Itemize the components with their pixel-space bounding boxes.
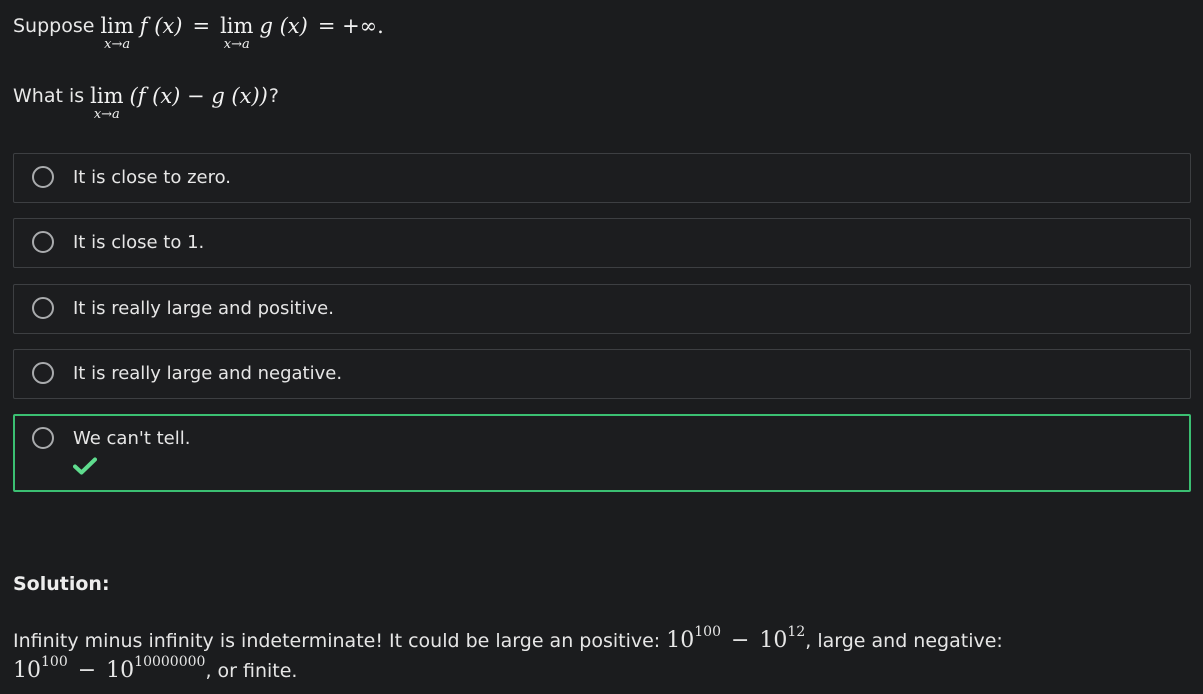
prompt-prefix: What is [13,85,85,107]
difference-expression: (f (x) − g (x)) [129,84,268,108]
solution-end: , or finite. [205,660,298,682]
solution-title: Solution: [13,573,110,595]
option-large-positive[interactable]: It is really large and positive. [13,284,1191,334]
radio-circle-icon[interactable] [32,362,54,384]
math-exponent: 12 [787,624,806,640]
math-exponent: 100 [694,624,721,640]
lim-subscript: x→a [93,107,120,122]
solution-middle: , large and negative: [805,630,1003,652]
option-close-to-zero[interactable]: It is close to zero. [13,153,1191,203]
option-large-negative[interactable]: It is really large and negative. [13,349,1191,399]
option-label: It is really large and positive. [73,298,334,319]
option-label: We can't tell. [73,428,191,449]
equals-sign: = [192,14,211,38]
question-prefix: Suppose [13,15,95,37]
lim-subscript: x→a [104,37,131,52]
question-statement: Suppose lim x→a f (x) = lim x→a g (x) = … [13,13,384,52]
option-close-to-one[interactable]: It is close to 1. [13,218,1191,268]
radio-circle-icon[interactable] [32,166,54,188]
math-minus: − [77,658,97,683]
limit-operator-f: lim x→a [100,13,133,52]
math-base: 10 [13,658,41,683]
radio-circle-icon[interactable] [32,427,54,449]
checkmark-icon [73,457,97,475]
option-label: It is close to 1. [73,232,205,253]
lim-word: lim [100,14,134,38]
prompt-suffix: ? [268,85,279,107]
lim-word: lim [90,84,124,108]
option-cant-tell[interactable]: We can't tell. [13,414,1191,492]
solution-text: Infinity minus infinity is indeterminate… [13,624,1193,686]
limit-operator: lim x→a [90,83,123,122]
math-base: 10 [106,658,135,683]
math-minus: − [730,628,750,653]
radio-circle-icon[interactable] [32,231,54,253]
limit-operator-g: lim x→a [220,13,253,52]
quiz-page: Suppose lim x→a f (x) = lim x→a g (x) = … [0,0,1203,694]
math-base: 10 [666,628,695,653]
lim-subscript: x→a [223,37,250,52]
lim-word: lim [220,14,254,38]
limit-value: = +∞. [317,14,384,38]
option-label: It is close to zero. [73,167,232,188]
math-exponent: 100 [41,654,68,670]
math-exponent: 10000000 [134,654,206,670]
option-label: It is really large and negative. [73,363,343,384]
f-expression: f (x) [139,14,183,38]
math-base: 10 [759,628,788,653]
radio-circle-icon[interactable] [32,297,54,319]
solution-intro: Infinity minus infinity is indeterminate… [13,630,667,652]
g-expression: g (x) [259,14,308,38]
question-prompt: What is lim x→a (f (x) − g (x)) ? [13,83,285,122]
